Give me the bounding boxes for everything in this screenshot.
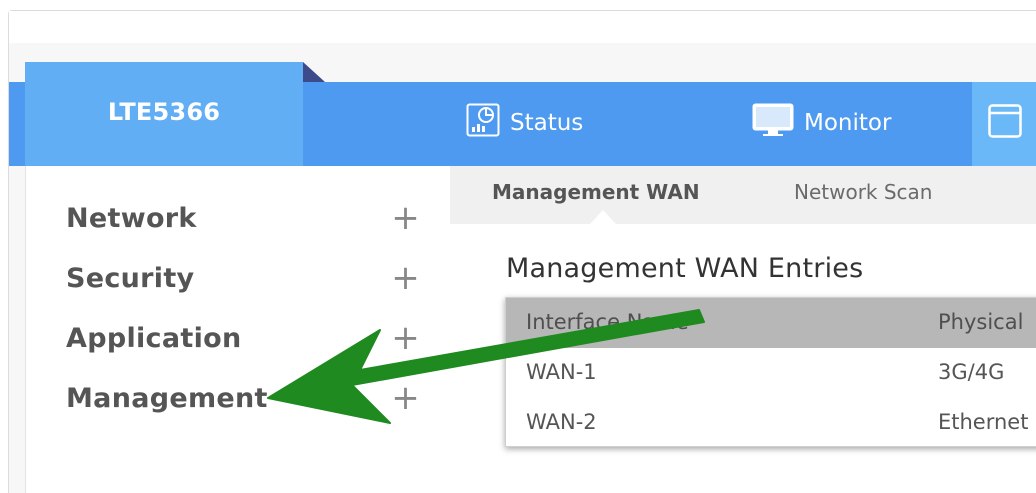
- expand-plus-icon[interactable]: +: [391, 318, 420, 358]
- sidebar-item-label: Application: [66, 322, 242, 354]
- nav-monitor-label: Monitor: [804, 110, 892, 136]
- cell-interface-name: WAN-1: [526, 360, 597, 384]
- monitor-icon: [752, 103, 794, 143]
- top-band: [9, 11, 1036, 43]
- configuration-icon: [988, 104, 1022, 144]
- expand-plus-icon[interactable]: +: [391, 198, 420, 238]
- expand-plus-icon[interactable]: +: [391, 258, 420, 298]
- sidebar-item-security[interactable]: Security +: [66, 258, 420, 298]
- sidebar-item-label: Management: [66, 382, 268, 414]
- sidebar-item-application[interactable]: Application +: [66, 318, 420, 358]
- nav-configuration[interactable]: [972, 82, 1036, 166]
- active-tab-caret: [590, 210, 616, 224]
- expand-plus-icon[interactable]: +: [391, 378, 420, 418]
- table-row[interactable]: WAN-1 3G/4G: [506, 348, 1036, 398]
- page-title: Management WAN Entries: [506, 253, 864, 284]
- cell-interface-name: WAN-2: [526, 410, 597, 434]
- column-header-interface-name[interactable]: Interface Name: [526, 310, 689, 334]
- sidebar-item-network[interactable]: Network +: [66, 198, 420, 238]
- cell-physical: 3G/4G: [938, 360, 1005, 384]
- wan-entries-table: Interface Name Physical WAN-1 3G/4G WAN-…: [505, 297, 1036, 447]
- cell-physical: Ethernet: [938, 410, 1029, 434]
- table-header: Interface Name Physical: [506, 298, 1036, 348]
- sub-tab-bar: Management WAN Network Scan: [450, 166, 1036, 224]
- nav-monitor[interactable]: Monitor: [752, 103, 891, 143]
- sidebar-item-label: Network: [66, 202, 197, 234]
- sidebar-item-label: Security: [66, 262, 195, 294]
- table-row[interactable]: WAN-2 Ethernet: [506, 398, 1036, 448]
- sidebar-item-management[interactable]: Management +: [66, 378, 420, 418]
- tab-network-scan[interactable]: Network Scan: [794, 180, 933, 204]
- column-header-physical[interactable]: Physical: [938, 310, 1023, 334]
- tab-management-wan[interactable]: Management WAN: [492, 180, 700, 204]
- nav-status-label: Status: [510, 110, 584, 136]
- brand-name: LTE5366: [107, 98, 221, 126]
- nav-status[interactable]: Status: [466, 103, 583, 143]
- status-chart-icon: [466, 103, 500, 143]
- brand-tab-notch: [303, 62, 325, 82]
- sidebar: Network + Security + Application + Manag…: [25, 166, 450, 493]
